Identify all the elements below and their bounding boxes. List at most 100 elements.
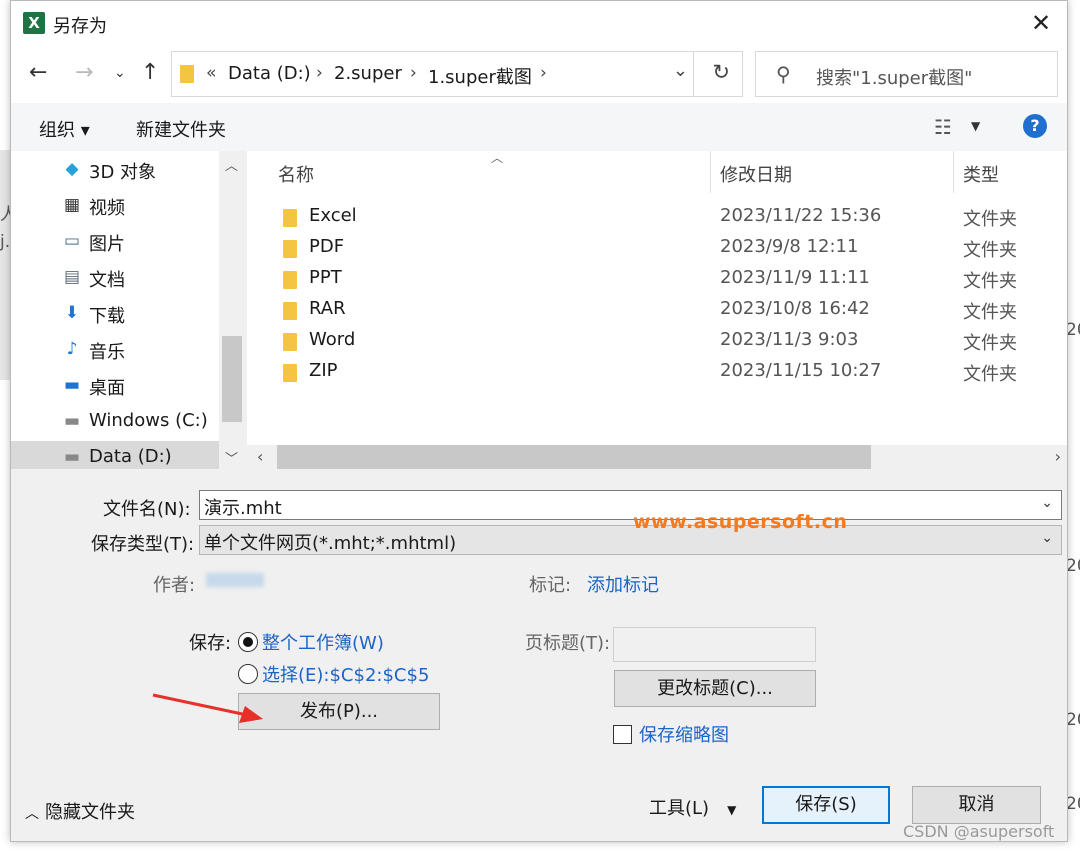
save-as-dialog: X 另存为 ✕ ← → ⌄ ↑ « Data (D:) › 2.super › … — [10, 0, 1068, 842]
hide-folders-toggle[interactable]: ︿ 隐藏文件夹 — [25, 798, 135, 824]
arrow-left-icon: ← — [29, 60, 48, 85]
chevron-down-icon: ⌄ — [114, 65, 126, 81]
tree-item[interactable]: ◆ 3D 对象 — [11, 153, 219, 187]
search-input[interactable]: 搜索"1.super截图" — [816, 64, 972, 90]
cancel-button[interactable]: 取消 — [912, 786, 1041, 824]
radio-selection[interactable] — [238, 664, 258, 684]
address-dropdown-button[interactable]: ⌄ — [673, 60, 688, 81]
organize-menu[interactable]: 组织 ▾ — [39, 116, 90, 142]
tags-label: 标记: — [529, 575, 572, 596]
table-row[interactable]: Excel 2023/11/22 15:36 文件夹 — [247, 202, 1067, 233]
tree-item-label: 文档 — [89, 270, 125, 291]
arrow-right-icon: → — [75, 60, 94, 85]
navigation-pane: ◆ 3D 对象 ▦ 视频 ▭ 图片 ▤ 文档 ⬇ 下载 ♪ 音乐 ▬ 桌面 ▬ Windows (C:) ▬ Da… — [11, 151, 219, 469]
chevron-right-icon[interactable]: › — [540, 63, 547, 83]
scroll-right-icon[interactable]: › — [1055, 447, 1061, 466]
file-name: RAR — [309, 298, 346, 319]
music-icon: ♪ — [66, 339, 78, 359]
change-title-button[interactable]: 更改标题(C)... — [614, 670, 816, 707]
breadcrumb-2-super[interactable]: 2.super — [334, 63, 402, 84]
tree-item[interactable]: ▬ Windows (C:) — [11, 405, 219, 439]
chevron-right-icon[interactable]: › — [410, 63, 417, 83]
scroll-up-icon[interactable]: ︿ — [225, 155, 238, 174]
table-row[interactable]: RAR 2023/10/8 16:42 文件夹 — [247, 295, 1067, 326]
tree-item[interactable]: ▬ 桌面 — [11, 369, 219, 403]
refresh-icon: ↻ — [712, 60, 730, 84]
csdn-watermark: CSDN @asupersoft — [903, 822, 1055, 841]
save-thumbnail-label[interactable]: 保存缩略图 — [639, 721, 729, 747]
chevron-down-icon: ⌄ — [672, 60, 688, 81]
chevron-down-icon[interactable]: ⌄ — [1041, 530, 1053, 546]
search-box[interactable]: ⚲ 搜索"1.super截图" — [755, 51, 1058, 97]
download-icon: ⬇ — [64, 303, 80, 323]
breadcrumb-overflow[interactable]: « — [206, 63, 216, 83]
table-row[interactable]: PPT 2023/11/9 11:11 文件夹 — [247, 264, 1067, 295]
tree-item[interactable]: ⬇ 下载 — [11, 297, 219, 331]
tools-label: 工具(L) — [649, 798, 710, 819]
column-header-type[interactable]: 类型 — [963, 161, 999, 187]
column-divider[interactable] — [953, 151, 954, 193]
navigation-scrollbar[interactable]: ︿ ﹀ — [219, 151, 245, 469]
folder-icon — [283, 364, 297, 382]
column-header-name[interactable]: 名称 — [278, 161, 314, 187]
navigation-bar: ← → ⌄ ↑ « Data (D:) › 2.super › 1.super截… — [11, 45, 1067, 103]
new-folder-button[interactable]: 新建文件夹 — [136, 116, 226, 142]
page-title-input — [613, 627, 816, 662]
tree-item[interactable]: ▬ Data (D:) — [11, 441, 219, 469]
author-value[interactable] — [206, 573, 264, 587]
save-button[interactable]: 保存(S) — [762, 786, 890, 824]
picture-icon: ▭ — [63, 231, 81, 251]
radio-entire-workbook[interactable] — [238, 632, 258, 652]
recent-locations-button[interactable]: ⌄ — [114, 65, 126, 81]
add-tags-link[interactable]: 添加标记 — [587, 571, 659, 597]
table-row[interactable]: Word 2023/11/3 9:03 文件夹 — [247, 326, 1067, 357]
tree-item-label: 3D 对象 — [89, 162, 157, 183]
tree-item[interactable]: ▭ 图片 — [11, 225, 219, 259]
document-icon: ▤ — [63, 267, 81, 287]
tools-menu[interactable]: 工具(L) ▼ — [649, 794, 736, 820]
scrollbar-thumb[interactable] — [277, 445, 871, 469]
file-type: 文件夹 — [963, 302, 1017, 323]
file-date: 2023/9/8 12:11 — [720, 236, 859, 257]
column-header-date[interactable]: 修改日期 — [720, 161, 792, 187]
forward-button[interactable]: → — [75, 60, 93, 85]
site-watermark: www.asupersoft.cn — [633, 511, 848, 533]
refresh-button[interactable]: ↻ — [712, 60, 730, 84]
close-icon: ✕ — [1030, 9, 1052, 37]
search-icon: ⚲ — [776, 62, 791, 86]
file-name: Excel — [309, 205, 357, 226]
file-name: PPT — [309, 267, 342, 288]
file-list: ︿ 名称 修改日期 类型 Excel 2023/11/22 15:36 文件夹 PDF… — [247, 151, 1067, 445]
address-bar[interactable]: « Data (D:) › 2.super › 1.super截图 › ⌄ ↻ — [171, 51, 743, 97]
chevron-right-icon[interactable]: › — [316, 63, 323, 83]
help-icon[interactable]: ? — [1023, 114, 1047, 138]
folder-icon — [283, 209, 297, 227]
table-row[interactable]: ZIP 2023/11/15 10:27 文件夹 — [247, 357, 1067, 388]
radio-selection-label[interactable]: 选择(E):$C$2:$C$5 — [262, 661, 429, 687]
table-row[interactable]: PDF 2023/9/8 12:11 文件夹 — [247, 233, 1067, 264]
background-number: 20 — [1066, 710, 1080, 730]
file-list-horizontal-scrollbar[interactable]: ‹ › — [247, 445, 1067, 471]
breadcrumb-data-d[interactable]: Data (D:) — [228, 63, 311, 84]
chevron-down-icon[interactable]: ⌄ — [1041, 495, 1053, 511]
filename-label: 文件名(N): — [103, 499, 191, 520]
up-button[interactable]: ↑ — [141, 60, 159, 85]
close-button[interactable]: ✕ — [1023, 7, 1059, 39]
file-name: PDF — [309, 236, 345, 257]
back-button[interactable]: ← — [29, 60, 47, 85]
file-type: 文件夹 — [963, 333, 1017, 354]
radio-entire-workbook-label[interactable]: 整个工作簿(W) — [262, 629, 384, 655]
tree-item[interactable]: ▦ 视频 — [11, 189, 219, 223]
view-options-icon[interactable]: ☷ — [934, 115, 952, 139]
view-dropdown-icon[interactable]: ▼ — [971, 119, 980, 133]
column-divider[interactable] — [710, 151, 711, 193]
breadcrumb-1-super-screenshots[interactable]: 1.super截图 — [428, 63, 532, 89]
save-thumbnail-checkbox[interactable] — [613, 725, 632, 744]
scroll-down-icon[interactable]: ﹀ — [225, 448, 238, 467]
filetype-select[interactable]: 单个文件网页(*.mht;*.mhtml) ⌄ — [199, 525, 1062, 555]
tree-item[interactable]: ♪ 音乐 — [11, 333, 219, 367]
scroll-left-icon[interactable]: ‹ — [257, 447, 263, 466]
tree-item[interactable]: ▤ 文档 — [11, 261, 219, 295]
filename-input[interactable]: 演示.mht ⌄ — [199, 490, 1062, 520]
scrollbar-thumb[interactable] — [222, 336, 242, 422]
